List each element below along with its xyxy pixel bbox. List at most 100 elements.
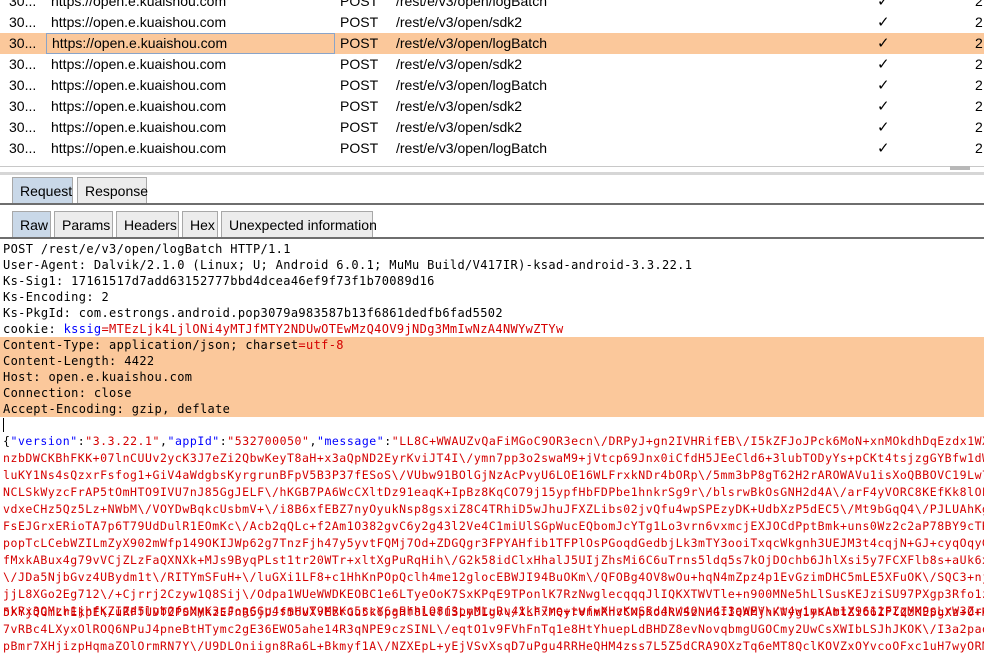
row-method: POST <box>340 56 379 72</box>
check-icon: ✓ <box>877 77 890 94</box>
table-row[interactable]: 30... https://open.e.kuaishou.com POST /… <box>0 75 984 96</box>
table-row[interactable]: 30... https://open.e.kuaishou.com POST /… <box>0 138 984 159</box>
pane-splitter[interactable] <box>0 172 984 175</box>
check-icon: ✓ <box>877 14 890 31</box>
cookie-label: cookie: <box>3 322 64 336</box>
body-line: luKY1Ns4sQzxrFsfog1+GiV4aWdgbsKyrgrunBFp… <box>3 468 984 482</box>
table-row[interactable]: 30... https://open.e.kuaishou.com POST /… <box>0 0 984 12</box>
header-content-length: Content-Length: 4422 <box>3 354 155 368</box>
body-line: pBmr7XHjizpHqmaZOlOrmRN7Y\/U9DLOniign8Ra… <box>3 639 984 653</box>
row-number: 30... <box>9 98 37 114</box>
tab-hex[interactable]: Hex <box>182 211 218 238</box>
tab-headers[interactable]: Headers <box>116 211 179 238</box>
row-number: 30... <box>9 140 37 156</box>
body-line: 7vRBc4LXyxOlROQ6NPuJ4pneBtHTymc2gE36EWO5… <box>3 622 984 636</box>
tab-unexpected-information[interactable]: Unexpected information <box>221 211 377 238</box>
tab-response[interactable]: Response <box>77 177 148 204</box>
body-line: \/JDa5NjbGvz4UBydm1t\/RITYmSFuH+\/luGXi1… <box>3 570 984 584</box>
table-row[interactable]: 30... https://open.e.kuaishou.com POST /… <box>0 12 984 33</box>
row-url: /rest/e/v3/open/logBatch <box>396 77 547 93</box>
check-icon: ✓ <box>877 98 890 115</box>
row-host: https://open.e.kuaishou.com <box>51 98 227 114</box>
tab-params[interactable]: Params <box>54 211 113 238</box>
body-line: jjL8XGo2Eg712\/+Cjrrj2Czyw1Q8Sij\/Odpa1W… <box>3 587 984 601</box>
row-truncated-cell: 2 <box>975 140 983 156</box>
row-url: /rest/e/v3/open/sdk2 <box>396 14 523 30</box>
row-method: POST <box>340 140 379 156</box>
body-line: nzbDWCKBhFKK+07lnCUUv2ycK3J7eZi2QbwKeyT8… <box>3 451 984 465</box>
json-key-version: "version" <box>10 434 78 448</box>
row-host: https://open.e.kuaishou.com <box>51 14 227 30</box>
row-url: /rest/e/v3/open/sdk2 <box>396 56 523 72</box>
row-host: https://open.e.kuaishou.com <box>51 119 227 135</box>
table-row-selected[interactable]: 30... https://open.e.kuaishou.com POST /… <box>0 33 984 54</box>
row-truncated-cell: 2 <box>975 56 983 72</box>
body-first-line: {"version":"3.3.22.1","appId":"532700050… <box>3 433 984 450</box>
header-user-agent: User-Agent: Dalvik/2.1.0 (Linux; U; Andr… <box>3 258 693 272</box>
row-truncated-cell: 2 <box>975 119 983 135</box>
row-url: /rest/e/v3/open/logBatch <box>396 140 547 156</box>
row-number: 30... <box>9 119 37 135</box>
content-type-charset: =utf-8 <box>298 338 344 352</box>
json-value-message: "LL8C+WWAUZvQaFiMGoC9OR3ecn\/DRPyJ+gn2IV… <box>391 434 984 448</box>
cookie-key: kssig <box>63 322 102 336</box>
row-method: POST <box>340 0 379 9</box>
row-truncated-cell: 2 <box>975 35 983 51</box>
header-content-type: Content-Type: application/json; charset=… <box>3 337 344 353</box>
row-method: POST <box>340 14 379 30</box>
body-line: NCLSkWyzcFrAP5tOmHTO9IVU7nJ85GgJELF\/hKG… <box>3 485 984 499</box>
table-scrollbar-thumb[interactable] <box>950 166 970 170</box>
check-icon: ✓ <box>877 119 890 136</box>
header-accept-encoding: Accept-Encoding: gzip, deflate <box>3 402 231 416</box>
row-url: /rest/e/v3/open/logBatch <box>396 35 547 51</box>
row-url: /rest/e/v3/open/sdk2 <box>396 98 523 114</box>
header-ks-pkgid: Ks-PkgId: com.estrongs.android.pop3079a9… <box>3 306 503 320</box>
row-truncated-cell: 2 <box>975 0 983 9</box>
tab-request[interactable]: Request <box>12 177 73 204</box>
row-host: https://open.e.kuaishou.com <box>51 77 227 93</box>
row-host: https://open.e.kuaishou.com <box>51 0 227 9</box>
header-host: Host: open.e.kuaishou.com <box>3 370 193 384</box>
row-host: https://open.e.kuaishou.com <box>51 140 227 156</box>
row-host: https://open.e.kuaishou.com <box>51 56 227 72</box>
row-number: 30... <box>9 14 37 30</box>
content-type-name: Content-Type: application/json; charset <box>3 338 299 352</box>
subtab-strip-divider <box>0 237 984 239</box>
json-key-appid: "appId" <box>167 434 220 448</box>
header-ks-encoding: Ks-Encoding: 2 <box>3 290 110 304</box>
row-method: POST <box>340 98 379 114</box>
json-key-message: "message" <box>316 434 385 448</box>
check-icon: ✓ <box>877 35 890 52</box>
table-row[interactable]: 30... https://open.e.kuaishou.com POST /… <box>0 54 984 75</box>
header-ks-sig1: Ks-Sig1: 17161517d7add63152777bbd4dcea46… <box>3 274 435 288</box>
check-icon: ✓ <box>877 0 890 10</box>
body-line: vdxeCHz5Qz5Lz+NWbM\/VOYDwBqkcUsbmV+\/i8B… <box>3 502 984 516</box>
history-table: 30... https://open.e.kuaishou.com POST /… <box>0 0 984 167</box>
check-icon: ✓ <box>877 140 890 157</box>
row-truncated-cell: 2 <box>975 98 983 114</box>
row-method: POST <box>340 119 379 135</box>
request-line: POST /rest/e/v3/open/logBatch HTTP/1.1 <box>3 242 291 256</box>
row-truncated-cell: 2 <box>975 14 983 30</box>
header-cookie: cookie: kssig=MTEzLjk4LjlONi4yMTJfMTY2ND… <box>3 321 564 337</box>
text-caret <box>3 418 4 432</box>
table-row[interactable]: 30... https://open.e.kuaishou.com POST /… <box>0 96 984 117</box>
tab-raw[interactable]: Raw <box>12 211 51 238</box>
row-number: 30... <box>9 35 37 51</box>
header-connection: Connection: close <box>3 386 132 400</box>
row-host[interactable]: https://open.e.kuaishou.com <box>46 33 335 54</box>
row-truncated-cell: 2 <box>975 77 983 93</box>
table-row[interactable]: 30... https://open.e.kuaishou.com POST /… <box>0 117 984 138</box>
check-icon: ✓ <box>877 56 890 73</box>
json-value-appid: "532700050" <box>227 434 310 448</box>
row-number: 30... <box>9 0 37 9</box>
request-editor[interactable]: POST /rest/e/v3/open/logBatch HTTP/1.1 U… <box>0 240 984 656</box>
row-url: /rest/e/v3/open/logBatch <box>396 0 547 9</box>
body-line: 5XYjQGmLrEkpE\/uRFfUDTZPSXMkzEFnR5jUJf56… <box>3 605 984 619</box>
row-number: 30... <box>9 77 37 93</box>
row-method: POST <box>340 35 379 51</box>
body-line: FsEJGrxERioTA7p6T79UdDulR1EOmKc\/Acb2qQL… <box>3 519 984 533</box>
body-line: popTcLCebWZILmZyX902mWfp149OKIJWp62g7Tnz… <box>3 536 984 550</box>
row-url: /rest/e/v3/open/sdk2 <box>396 119 523 135</box>
cookie-value: =MTEzLjk4LjlONi4yMTJfMTY2NDUwOTEwMzQ4OV9… <box>101 322 564 336</box>
